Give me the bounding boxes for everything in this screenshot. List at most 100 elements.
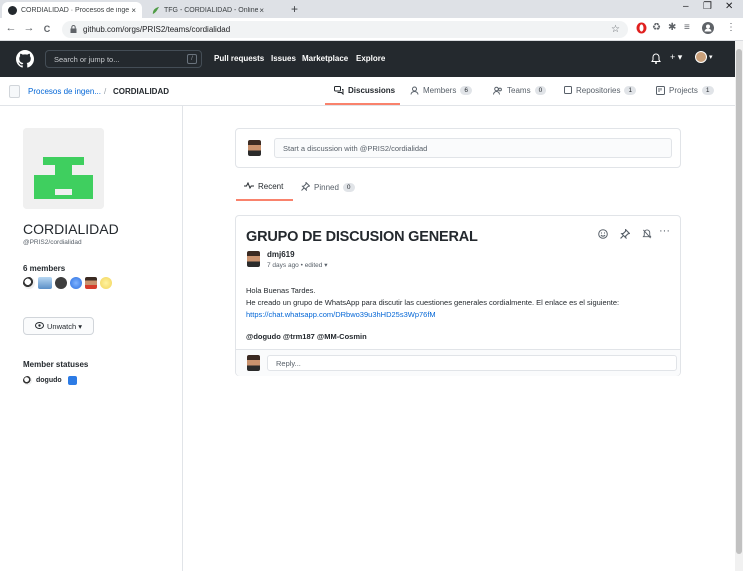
author-name[interactable]: dmj619 xyxy=(267,250,295,259)
team-handle: @PRIS2/cordialidad xyxy=(23,239,82,246)
opera-extension-icon[interactable] xyxy=(636,22,647,36)
user-avatar xyxy=(247,355,260,371)
tab-projects[interactable]: Projects 1 xyxy=(656,86,714,95)
reading-list-icon[interactable]: ≡ xyxy=(684,22,690,33)
user-avatar[interactable] xyxy=(695,51,707,63)
unwatch-button[interactable]: Unwatch ▾ xyxy=(23,317,94,335)
tab-pinned[interactable]: Pinned 0 xyxy=(301,181,355,193)
notifications-bell-icon[interactable] xyxy=(651,53,661,66)
new-tab-button[interactable]: + xyxy=(291,2,298,16)
close-tab-icon[interactable]: × xyxy=(259,6,264,15)
more-options-icon[interactable]: ··· xyxy=(659,225,670,237)
selected-tab-underline xyxy=(236,199,293,201)
tab-recent[interactable]: Recent xyxy=(244,181,283,191)
team-header-bar: Procesos de ingen... / CORDIALIDAD Discu… xyxy=(0,77,735,106)
breadcrumb-org[interactable]: Procesos de ingen... xyxy=(28,87,101,96)
post-line: He creado un grupo de WhatsApp para disc… xyxy=(246,298,620,307)
repo-icon xyxy=(564,86,572,94)
close-window-button[interactable]: ✕ xyxy=(725,1,733,12)
unsubscribe-bell-icon[interactable] xyxy=(642,229,652,241)
overleaf-favicon-icon xyxy=(151,6,160,15)
reply-input[interactable]: Reply... xyxy=(267,355,677,371)
project-icon xyxy=(656,86,665,95)
comment-discussion-icon xyxy=(334,86,344,95)
author-avatar[interactable] xyxy=(247,251,260,267)
tab-label: Projects xyxy=(669,86,698,95)
status-emoji-icon xyxy=(67,376,77,385)
minimize-button[interactable]: – xyxy=(683,1,689,12)
tab-members[interactable]: Members 6 xyxy=(410,86,472,95)
nav-explore[interactable]: Explore xyxy=(356,54,385,63)
member-status-row[interactable]: dogudo xyxy=(23,376,77,385)
post-mentions[interactable]: @dogudo @trm187 @MM-Cosmin xyxy=(246,332,367,341)
user-avatar xyxy=(248,140,261,156)
breadcrumb-team[interactable]: CORDIALIDAD xyxy=(113,87,169,96)
pulse-icon xyxy=(244,181,254,191)
nav-pull-requests[interactable]: Pull requests xyxy=(214,54,264,63)
member-avatar[interactable] xyxy=(85,277,97,289)
breadcrumb-separator: / xyxy=(104,87,107,96)
nav-marketplace[interactable]: Marketplace xyxy=(302,54,348,63)
tab-label: Repositories xyxy=(576,86,621,95)
extensions-puzzle-icon[interactable]: ✱ xyxy=(668,22,676,33)
address-bar[interactable]: github.com/orgs/PRIS2/teams/cordialidad … xyxy=(62,21,628,38)
member-avatar xyxy=(23,376,32,385)
search-input[interactable]: Search or jump to... / xyxy=(45,50,202,68)
tab-discussions[interactable]: Discussions xyxy=(334,86,395,95)
tab-label: Teams xyxy=(507,86,531,95)
tab-teams[interactable]: Teams 0 xyxy=(493,86,547,95)
nav-issues[interactable]: Issues xyxy=(271,54,296,63)
unwatch-label: Unwatch ▾ xyxy=(46,321,83,331)
member-avatar[interactable] xyxy=(55,277,67,289)
browser-menu-icon[interactable]: ⋮ xyxy=(726,22,736,33)
post-line: Hola Buenas Tardes. xyxy=(246,286,316,295)
reply-placeholder: Reply... xyxy=(276,358,301,368)
reload-button[interactable]: C xyxy=(40,24,54,34)
scrollbar-thumb[interactable] xyxy=(736,49,742,554)
browser-tab-title: TFG - CORDIALIDAD - Online La xyxy=(164,6,258,14)
tab-label: Members xyxy=(423,86,457,95)
member-avatars xyxy=(23,277,112,289)
recycle-extension-icon[interactable]: ♻ xyxy=(652,22,661,33)
pinned-count: 0 xyxy=(342,183,355,192)
reply-area: Reply... xyxy=(236,349,680,376)
new-discussion-input[interactable]: Start a discussion with @PRIS2/cordialid… xyxy=(274,138,672,158)
member-avatar[interactable] xyxy=(23,277,35,289)
tab-repositories[interactable]: Repositories 1 xyxy=(564,86,637,95)
browser-tab[interactable]: TFG - CORDIALIDAD - Online La × xyxy=(145,2,270,18)
github-logo-icon[interactable] xyxy=(16,50,34,68)
star-icon[interactable]: ☆ xyxy=(611,24,620,35)
projects-count: 1 xyxy=(701,86,714,95)
eye-icon xyxy=(34,321,44,331)
pin-discussion-icon[interactable] xyxy=(620,228,631,241)
browser-tab-title: CORDIALIDAD · Procesos de inge xyxy=(21,6,129,14)
team-avatar xyxy=(23,128,104,209)
browser-tab-active[interactable]: CORDIALIDAD · Procesos de inge × xyxy=(2,2,142,18)
member-avatar[interactable] xyxy=(100,277,112,289)
org-avatar[interactable] xyxy=(9,85,20,98)
whatsapp-link[interactable]: https://chat.whatsapp.com/DRbwo39u3hHD25… xyxy=(246,310,436,319)
forward-button[interactable]: → xyxy=(22,22,36,34)
post-meta[interactable]: 7 days ago • edited ▾ xyxy=(267,261,327,269)
browser-tab-strip: CORDIALIDAD · Procesos de inge × TFG - C… xyxy=(0,0,743,18)
new-discussion-placeholder: Start a discussion with @PRIS2/cordialid… xyxy=(283,143,428,153)
discussion-title[interactable]: GRUPO DE DISCUSION GENERAL xyxy=(246,229,478,245)
discussion-post: GRUPO DE DISCUSION GENERAL ··· dmj619 7 … xyxy=(235,215,681,376)
back-button[interactable]: ← xyxy=(4,22,18,34)
search-placeholder: Search or jump to... xyxy=(54,54,120,64)
profile-icon[interactable] xyxy=(702,22,714,36)
url-text: github.com/orgs/PRIS2/teams/cordialidad xyxy=(83,25,231,34)
close-tab-icon[interactable]: × xyxy=(131,6,136,15)
member-avatar[interactable] xyxy=(70,277,82,289)
member-statuses-heading: Member statuses xyxy=(23,360,89,369)
profile-caret[interactable]: ▾ xyxy=(709,53,713,61)
create-new-dropdown[interactable]: + ▾ xyxy=(670,52,682,63)
github-header: Search or jump to... / Pull requests Iss… xyxy=(0,41,735,77)
member-avatar[interactable] xyxy=(38,277,52,289)
tab-label: Discussions xyxy=(348,86,396,95)
browser-toolbar: ← → C github.com/orgs/PRIS2/teams/cordia… xyxy=(0,18,743,41)
members-heading[interactable]: 6 members xyxy=(23,264,65,273)
add-reaction-icon[interactable] xyxy=(598,229,608,241)
maximize-button[interactable]: ❐ xyxy=(703,1,712,12)
selected-tab-underline xyxy=(325,103,400,105)
